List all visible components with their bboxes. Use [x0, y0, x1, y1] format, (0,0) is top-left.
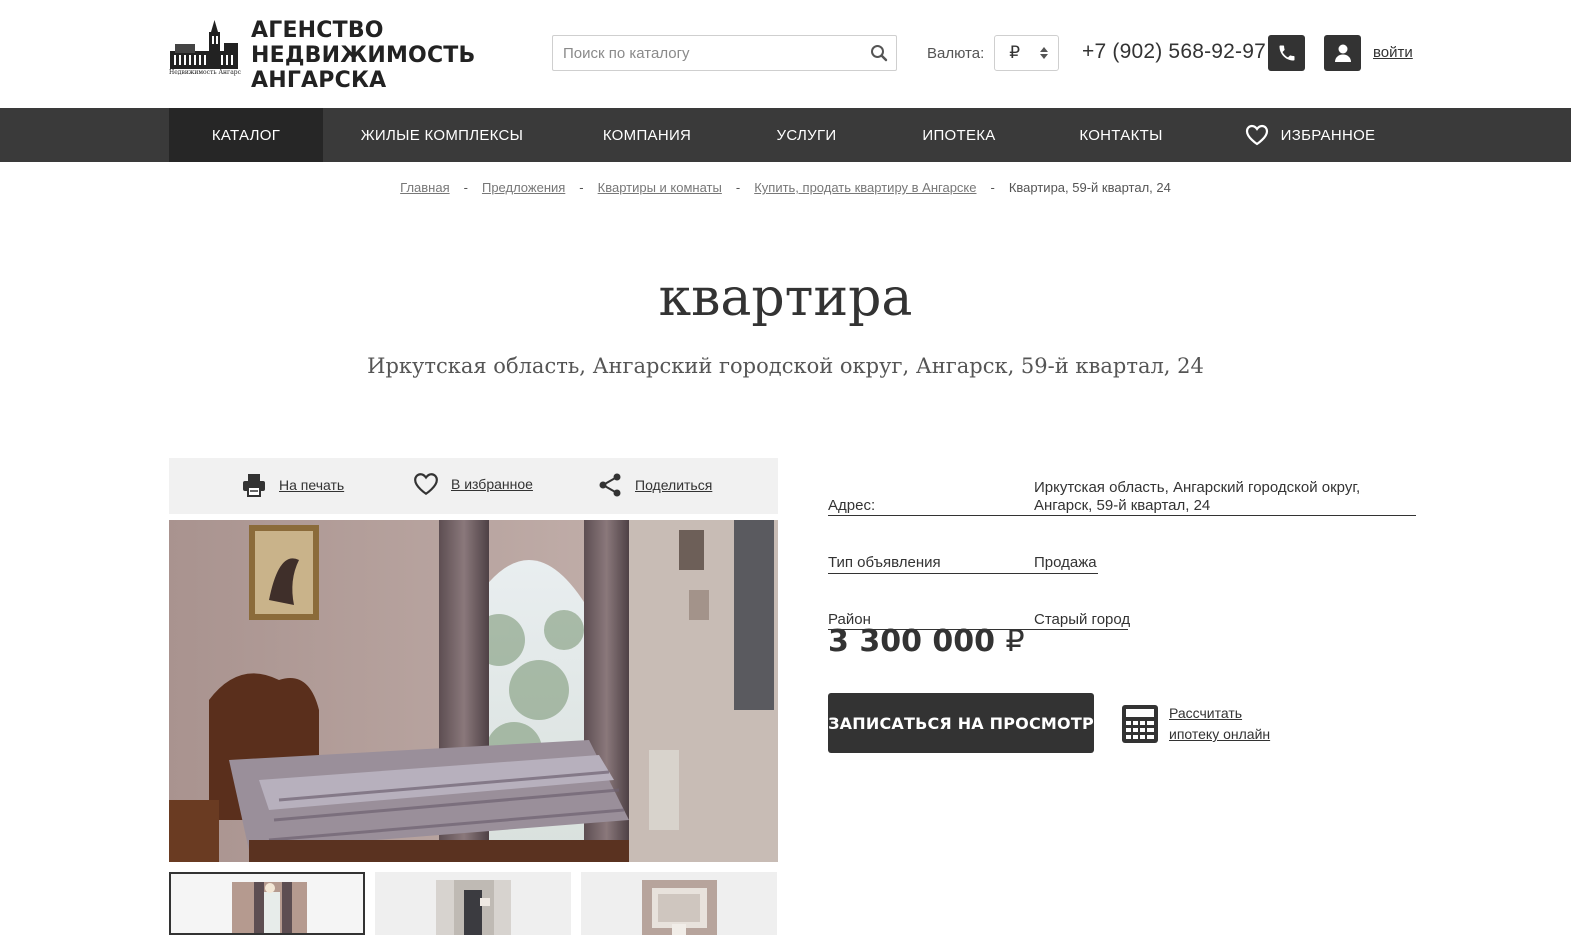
- search-input[interactable]: [553, 36, 853, 70]
- search-box: [552, 35, 897, 71]
- listing-actions-bar: На печать В избранное Поделиться: [169, 458, 778, 514]
- logo[interactable]: Недвижимость Ангарска АГЕНСТВО НЕДВИЖИМО…: [169, 18, 475, 93]
- nav-label: УСЛУГИ: [776, 126, 837, 144]
- select-arrows-icon: [1040, 47, 1049, 59]
- breadcrumb-current: Квартира, 59-й квартал, 24: [1008, 180, 1171, 195]
- calc-label: Рассчитать ипотеку онлайн: [1169, 703, 1299, 745]
- currency-select[interactable]: ₽: [994, 35, 1060, 71]
- heart-icon: [1245, 124, 1268, 146]
- add-to-favorites-button[interactable]: В избранное: [413, 472, 533, 496]
- breadcrumb-link-home[interactable]: Главная: [400, 180, 449, 195]
- nav-label: КОМПАНИЯ: [602, 126, 692, 144]
- logo-line2: НЕДВИЖИМОСТЬ: [251, 43, 476, 68]
- listing-properties: Адрес: Иркутская область, Ангарский горо…: [828, 478, 1416, 630]
- thumbnail-2[interactable]: [375, 872, 571, 935]
- breadcrumb-separator: -: [735, 180, 741, 195]
- phone-icon: [1279, 45, 1294, 61]
- row-divider: [828, 573, 1098, 574]
- print-label: На печать: [279, 477, 345, 493]
- type-value: Продажа: [1034, 554, 1097, 571]
- call-button[interactable]: [1268, 35, 1305, 71]
- property-type-row: Тип объявления Продажа: [828, 536, 1416, 574]
- page-subtitle-address: Иркутская область, Ангарский городской о…: [367, 354, 1204, 378]
- breadcrumb-link-buy-sell[interactable]: Купить, продать квартиру в Ангарске: [754, 180, 976, 195]
- calc-label-line1: Рассчитать: [1169, 705, 1243, 721]
- nav-label: ИПОТЕКА: [922, 126, 996, 144]
- printer-icon: [243, 474, 265, 497]
- user-icon: [1334, 44, 1351, 62]
- thumbnail-image: [436, 880, 511, 935]
- login-link[interactable]: войти: [1373, 44, 1413, 61]
- calc-label-line2: ипотеку онлайн: [1169, 726, 1271, 742]
- nav-item-services[interactable]: УСЛУГИ: [733, 108, 880, 162]
- listing-price: 3 300 000 ₽: [828, 624, 1025, 659]
- currency-value: ₽: [1009, 43, 1021, 62]
- nav-item-mortgage[interactable]: ИПОТЕКА: [880, 108, 1038, 162]
- thumbnail-3[interactable]: [581, 872, 777, 935]
- nav-item-catalog[interactable]: КАТАЛОГ: [169, 108, 323, 162]
- listing-main-photo[interactable]: [169, 520, 778, 862]
- row-divider: [828, 515, 1416, 516]
- breadcrumb-separator: -: [579, 180, 584, 195]
- district-value: Старый город: [1034, 611, 1131, 628]
- thumbnail-image: [232, 882, 307, 933]
- calculator-icon: [1122, 705, 1158, 743]
- price-currency: ₽: [1005, 624, 1025, 659]
- phone-number[interactable]: +7 (902) 568-92-97: [1082, 40, 1266, 64]
- currency-switcher: Валюта: ₽: [927, 35, 1060, 71]
- favorite-label: В избранное: [451, 476, 533, 492]
- nav-item-company[interactable]: КОМПАНИЯ: [561, 108, 733, 162]
- logo-building-icon: Недвижимость Ангарска: [169, 18, 241, 80]
- address-line1: Иркутская область, Ангарский городской о…: [1034, 479, 1361, 496]
- property-district-row: Район Старый город: [828, 592, 1416, 630]
- thumbnail-strip: [169, 872, 778, 935]
- currency-label: Валюта:: [927, 44, 985, 62]
- page-title: квартира: [658, 268, 913, 328]
- thumbnail-image: [642, 880, 717, 935]
- share-label: Поделиться: [635, 477, 713, 493]
- nav-item-residential-complexes[interactable]: ЖИЛЫЕ КОМПЛЕКСЫ: [323, 108, 561, 162]
- breadcrumb-link-offers[interactable]: Предложения: [482, 180, 565, 195]
- logo-tagline: Недвижимость Ангарска: [169, 69, 241, 76]
- share-icon: [599, 473, 621, 497]
- nav-label: КАТАЛОГ: [211, 126, 281, 144]
- price-amount: 3 300 000: [828, 624, 996, 659]
- nav-label: ЖИЛЫЕ КОМПЛЕКСЫ: [360, 126, 524, 144]
- print-button[interactable]: На печать: [241, 472, 344, 498]
- share-button[interactable]: Поделиться: [597, 472, 712, 498]
- property-address-row: Адрес: Иркутская область, Ангарский горо…: [828, 478, 1416, 516]
- thumbnail-1[interactable]: [169, 872, 365, 935]
- breadcrumb-separator: -: [990, 180, 995, 195]
- logo-line3: АНГАРСКА: [251, 68, 387, 93]
- nav-label: ИЗБРАННОЕ: [1280, 126, 1376, 144]
- user-button[interactable]: [1324, 35, 1361, 71]
- logo-line1: АГЕНСТВО: [251, 18, 384, 43]
- search-icon[interactable]: [870, 44, 888, 62]
- main-nav: КАТАЛОГ ЖИЛЫЕ КОМПЛЕКСЫ КОМПАНИЯ УСЛУГИ …: [0, 108, 1571, 162]
- book-viewing-button[interactable]: ЗАПИСАТЬСЯ НА ПРОСМОТР: [828, 693, 1094, 753]
- breadcrumb: Главная - Предложения - Квартиры и комнаты - К…: [0, 180, 1571, 195]
- site-header: Недвижимость Ангарска АГЕНСТВО НЕДВИЖИМО…: [0, 0, 1571, 108]
- breadcrumb-separator: -: [463, 180, 468, 195]
- nav-item-favorites[interactable]: ИЗБРАННОЕ: [1204, 108, 1416, 162]
- nav-label: КОНТАКТЫ: [1079, 126, 1163, 144]
- address-line2: Ангарск, 59-й квартал, 24: [1034, 497, 1211, 514]
- logo-text: АГЕНСТВО НЕДВИЖИМОСТЬ АНГАРСКА: [251, 18, 475, 93]
- heart-outline-icon: [414, 473, 438, 496]
- bedroom-photo: [169, 520, 778, 862]
- address-label: Адрес:: [828, 497, 876, 514]
- breadcrumb-link-apartments[interactable]: Квартиры и комнаты: [598, 180, 722, 195]
- type-label: Тип объявления: [828, 554, 941, 571]
- mortgage-calculator-link[interactable]: Рассчитать ипотеку онлайн: [1121, 703, 1299, 745]
- nav-item-contacts[interactable]: КОНТАКТЫ: [1038, 108, 1204, 162]
